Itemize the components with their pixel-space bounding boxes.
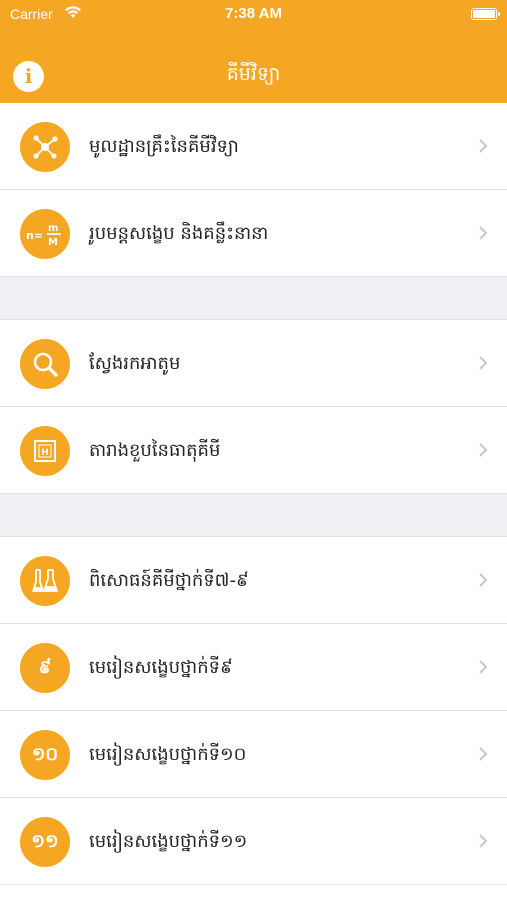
grade-9-icon-text: ៩ [38, 656, 52, 678]
status-bar: Carrier 7:38 AM [0, 0, 507, 30]
menu-item-periodic-table[interactable]: H តារាងខួបនៃធាតុគីមី [0, 407, 507, 494]
flask-icon [20, 556, 70, 606]
chevron-right-icon [479, 747, 488, 761]
svg-text:M: M [48, 237, 58, 248]
navigation-bar: i គីមីវិទ្យា [0, 40, 507, 103]
app-header: Carrier 7:38 AM i គីមីវិទ្យា [0, 0, 507, 103]
clock-label: 7:38 AM [225, 5, 282, 22]
menu-item-label: ស្វែងរកអាតូម [89, 353, 181, 374]
grade-10-icon-text: ១០ [31, 743, 59, 765]
chevron-right-icon [479, 573, 488, 587]
formula-icon-text: n= [26, 229, 43, 242]
chevron-right-icon [479, 356, 488, 370]
menu-list: មូលដ្ឋានគ្រឹះនៃគីមីវិទ្យា n= m M រូបមន្ត… [0, 103, 507, 885]
page-title: គីមីវិទ្យា [226, 63, 281, 85]
menu-item-label: ពិសោធន៍គីមីថ្នាក់ទី៧-៩ [89, 570, 249, 591]
search-icon [20, 339, 70, 389]
menu-item-label: មេរៀនសង្ខេបថ្នាក់ទី១០ [89, 744, 247, 765]
menu-item-label: មេរៀនសង្ខេបថ្នាក់ទី១១ [89, 831, 248, 852]
chevron-right-icon [479, 660, 488, 674]
section-separator [0, 494, 507, 537]
chevron-right-icon [479, 226, 488, 240]
grade-11-icon: ១១ [20, 817, 70, 867]
menu-item-formulas[interactable]: n= m M រូបមន្តសង្ខេប និងគន្លឹះនានា [0, 190, 507, 277]
chevron-right-icon [479, 443, 488, 457]
periodic-table-icon-text: H [41, 448, 49, 458]
formula-icon: n= m M [20, 209, 70, 259]
menu-item-label: រូបមន្តសង្ខេប និងគន្លឹះនានា [89, 223, 269, 244]
section-separator [0, 277, 507, 320]
periodic-table-icon: H [20, 426, 70, 476]
chevron-right-icon [479, 834, 488, 848]
molecule-icon [20, 122, 70, 172]
grade-9-icon: ៩ [20, 643, 70, 693]
menu-item-grade-9[interactable]: ៩ មេរៀនសង្ខេបថ្នាក់ទី៩ [0, 624, 507, 711]
menu-item-label: មេរៀនសង្ខេបថ្នាក់ទី៩ [89, 657, 233, 678]
svg-text:m: m [48, 223, 58, 234]
menu-item-label: មូលដ្ឋានគ្រឹះនៃគីមីវិទ្យា [89, 136, 239, 157]
menu-item-experiments[interactable]: ពិសោធន៍គីមីថ្នាក់ទី៧-៩ [0, 537, 507, 624]
menu-item-grade-10[interactable]: ១០ មេរៀនសង្ខេបថ្នាក់ទី១០ [0, 711, 507, 798]
menu-item-label: តារាងខួបនៃធាតុគីមី [89, 440, 221, 461]
grade-11-icon-text: ១១ [31, 830, 59, 852]
chevron-right-icon [479, 139, 488, 153]
grade-10-icon: ១០ [20, 730, 70, 780]
menu-item-atom-search[interactable]: ស្វែងរកអាតូម [0, 320, 507, 407]
menu-item-chemistry-basics[interactable]: មូលដ្ឋានគ្រឹះនៃគីមីវិទ្យា [0, 103, 507, 190]
menu-item-grade-11[interactable]: ១១ មេរៀនសង្ខេបថ្នាក់ទី១១ [0, 798, 507, 885]
battery-icon [471, 8, 500, 20]
